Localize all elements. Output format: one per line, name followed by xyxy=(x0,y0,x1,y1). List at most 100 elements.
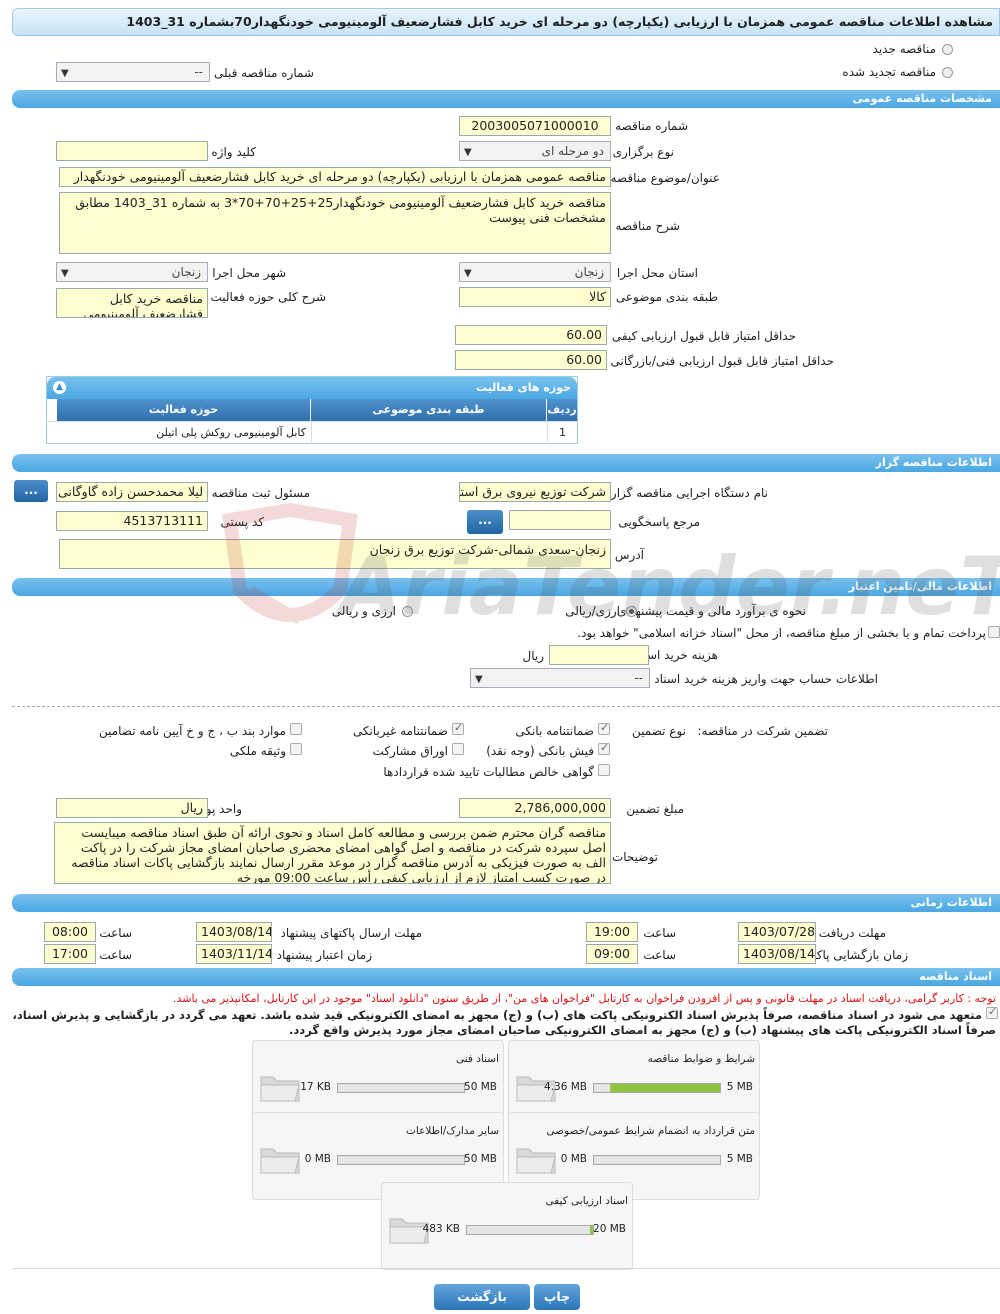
table-row[interactable]: 1 کابل آلومینیومی روکش پلی اتیلن xyxy=(47,421,577,444)
section-timing: اطلاعات زمانی xyxy=(12,894,1000,912)
holding-type-select[interactable]: دو مرحله ای ▼ xyxy=(459,141,611,161)
document-name: اسناد ارزیابی کیفی xyxy=(545,1195,628,1207)
back-button[interactable]: بازگشت xyxy=(434,1284,530,1310)
validity-time-field[interactable]: 17:00 xyxy=(44,944,96,964)
send-time-label: ساعت xyxy=(99,926,132,940)
opening-time-field[interactable]: 09:00 xyxy=(586,944,638,964)
checkbox-clauses[interactable] xyxy=(290,723,302,735)
min-tech-field[interactable]: 60.00 xyxy=(455,350,607,370)
folder-icon xyxy=(516,1148,556,1174)
commitment-checkbox[interactable] xyxy=(986,1005,998,1019)
chevron-down-icon: ▼ xyxy=(61,268,69,279)
document-used-size: 0 MB xyxy=(304,1153,331,1165)
activity-grid-title: حوزه های فعالیت xyxy=(476,381,571,394)
checkbox-bank-guarantee[interactable] xyxy=(598,721,610,735)
grid-cell-category xyxy=(311,422,546,444)
tender-number-label: شماره مناقصه xyxy=(615,119,688,133)
document-name: متن قرارداد به انضمام شرایط عمومی/خصوصی xyxy=(546,1125,755,1137)
guarantee-type-label: نوع تضمین xyxy=(632,724,686,738)
watermark-text: AriaTender.neT xyxy=(340,540,1000,633)
validity-date-field[interactable]: 1403/11/14 xyxy=(196,944,272,964)
officer-lookup-button[interactable]: ... xyxy=(14,480,48,502)
page-title-bar: مشاهده اطلاعات مناقصه عمومی همزمان با ار… xyxy=(12,8,1000,36)
currency-field[interactable]: ریال xyxy=(56,798,208,818)
document-used-size: 0 MB xyxy=(560,1153,587,1165)
receive-time-field[interactable]: 19:00 xyxy=(586,922,638,942)
document-usage-bar xyxy=(593,1083,721,1093)
activity-desc-label: شرح کلی حوزه فعالیت xyxy=(210,290,327,304)
receive-time-label: ساعت xyxy=(643,926,676,940)
city-value: زنجان xyxy=(171,265,201,279)
min-quality-label: حداقل امتیاز قابل قبول ارزیابی کیفی xyxy=(611,329,796,343)
account-select[interactable]: -- ▼ xyxy=(470,668,650,688)
send-time-field[interactable]: 08:00 xyxy=(44,922,96,942)
description-label: شرح مناقصه xyxy=(615,219,680,233)
folder-icon xyxy=(260,1076,300,1102)
guarantee-amount-field[interactable]: 2,786,000,000 xyxy=(459,798,611,818)
category-field[interactable]: کالا xyxy=(459,287,611,307)
section-documents-title: اسناد مناقصه xyxy=(919,970,992,983)
city-select[interactable]: زنجان ▼ xyxy=(56,262,208,282)
chevron-down-icon: ▼ xyxy=(464,147,472,158)
send-deadline-label: مهلت ارسال پاکتهای پیشنهاد xyxy=(280,926,422,940)
checkbox-claims[interactable] xyxy=(598,764,610,776)
divider xyxy=(12,706,1000,707)
section-organizer-title: اطلاعات مناقصه گزار xyxy=(875,456,992,469)
doc-fee-unit: ریال xyxy=(522,649,544,663)
section-organizer: اطلاعات مناقصه گزار xyxy=(12,454,1000,472)
chevron-down-icon: ▼ xyxy=(475,674,483,685)
grid-col-category: طبقه بندی موضوعی xyxy=(311,399,546,421)
guarantee-amount-label: مبلغ تضمین xyxy=(626,802,684,816)
prev-number-label: شماره مناقصه قبلی xyxy=(214,66,314,80)
checkbox-property[interactable] xyxy=(290,743,302,755)
guarantee-label: تضمین شرکت در مناقصه: xyxy=(697,724,828,738)
document-usage-fill xyxy=(589,1226,593,1234)
province-select[interactable]: زنجان ▼ xyxy=(459,262,611,282)
checkbox-cash[interactable] xyxy=(598,741,610,755)
account-value: -- xyxy=(634,671,643,685)
document-card[interactable]: اسناد ارزیابی کیفی 20 MB 483 KB xyxy=(381,1182,633,1270)
document-usage-bar xyxy=(466,1225,594,1235)
label-bonds: اوراق مشارکت xyxy=(372,744,448,758)
prev-number-select[interactable]: -- ▼ xyxy=(56,62,210,82)
account-label: اطلاعات حساب جهت واریز هزینه خرید اسناد xyxy=(654,672,878,686)
radio-new-tender[interactable] xyxy=(942,44,953,55)
activity-desc-field[interactable]: مناقصه خرید کابل فشارضعیف آلومینیومی xyxy=(56,288,208,318)
subject-field[interactable]: مناقصه عمومی همزمان با ارزیابی (یکپارچه)… xyxy=(59,167,611,187)
opening-date-field[interactable]: 1403/08/14 xyxy=(738,944,816,964)
page-title: مشاهده اطلاعات مناقصه عمومی همزمان با ار… xyxy=(126,14,993,29)
category-label: طبقه بندی موضوعی xyxy=(615,290,718,304)
send-date-field[interactable]: 1403/08/14 xyxy=(196,922,272,942)
min-quality-field[interactable]: 60.00 xyxy=(455,325,607,345)
officer-field[interactable]: لیلا محمدحسن زاده گاوگانی xyxy=(56,482,208,502)
notes-field[interactable]: مناقصه گران محترم ضمن بررسی و مطالعه کام… xyxy=(54,822,611,884)
collapse-icon[interactable]: ▲ xyxy=(53,381,66,394)
checkbox-bonds[interactable] xyxy=(452,743,464,755)
document-usage-bar xyxy=(337,1083,465,1093)
checkbox-nonbank-guarantee[interactable] xyxy=(452,721,464,735)
officer-label: مسئول ثبت مناقصه xyxy=(211,486,310,500)
document-name: سایر مدارک/اطلاعات xyxy=(406,1125,499,1137)
tender-number-field[interactable]: 2003005071000010 xyxy=(459,116,611,136)
print-button[interactable]: چاپ xyxy=(534,1284,580,1310)
min-tech-label: حداقل امتیاز قابل قبول ارزیابی فنی/بازرگ… xyxy=(610,354,834,368)
document-max-size: 50 MB xyxy=(464,1153,497,1165)
keyword-field[interactable] xyxy=(56,141,208,161)
folder-icon xyxy=(260,1148,300,1174)
section-general-title: مشخصات مناقصه عمومی xyxy=(852,92,992,105)
agency-field[interactable]: شرکت توزیع نیروی برق استان زنجان xyxy=(459,482,611,502)
receive-date-field[interactable]: 1403/07/28 xyxy=(738,922,816,942)
description-field[interactable]: مناقصه خرید کابل فشارضعیف آلومینیومی خود… xyxy=(59,192,611,254)
section-documents: اسناد مناقصه xyxy=(12,968,1000,986)
document-max-size: 50 MB xyxy=(464,1081,497,1093)
label-bank-guarantee: ضمانتنامه بانکی xyxy=(515,724,594,738)
document-name: اسناد فنی xyxy=(455,1053,499,1065)
radio-renewed-tender[interactable] xyxy=(942,67,953,78)
grid-cell-activity: کابل آلومینیومی روکش پلی اتیلن xyxy=(156,426,306,439)
document-used-size: 4.36 MB xyxy=(544,1081,587,1093)
commitment-line-1: متعهد می شود در اسناد مناقصه، صرفاً پذیر… xyxy=(12,1008,982,1022)
postal-field[interactable]: 4513713111 xyxy=(56,511,208,531)
province-label: استان محل اجرا xyxy=(616,266,698,280)
radio-new-tender-label: مناقصه جدید xyxy=(872,42,936,56)
keyword-label: کلید واژه xyxy=(211,145,256,159)
